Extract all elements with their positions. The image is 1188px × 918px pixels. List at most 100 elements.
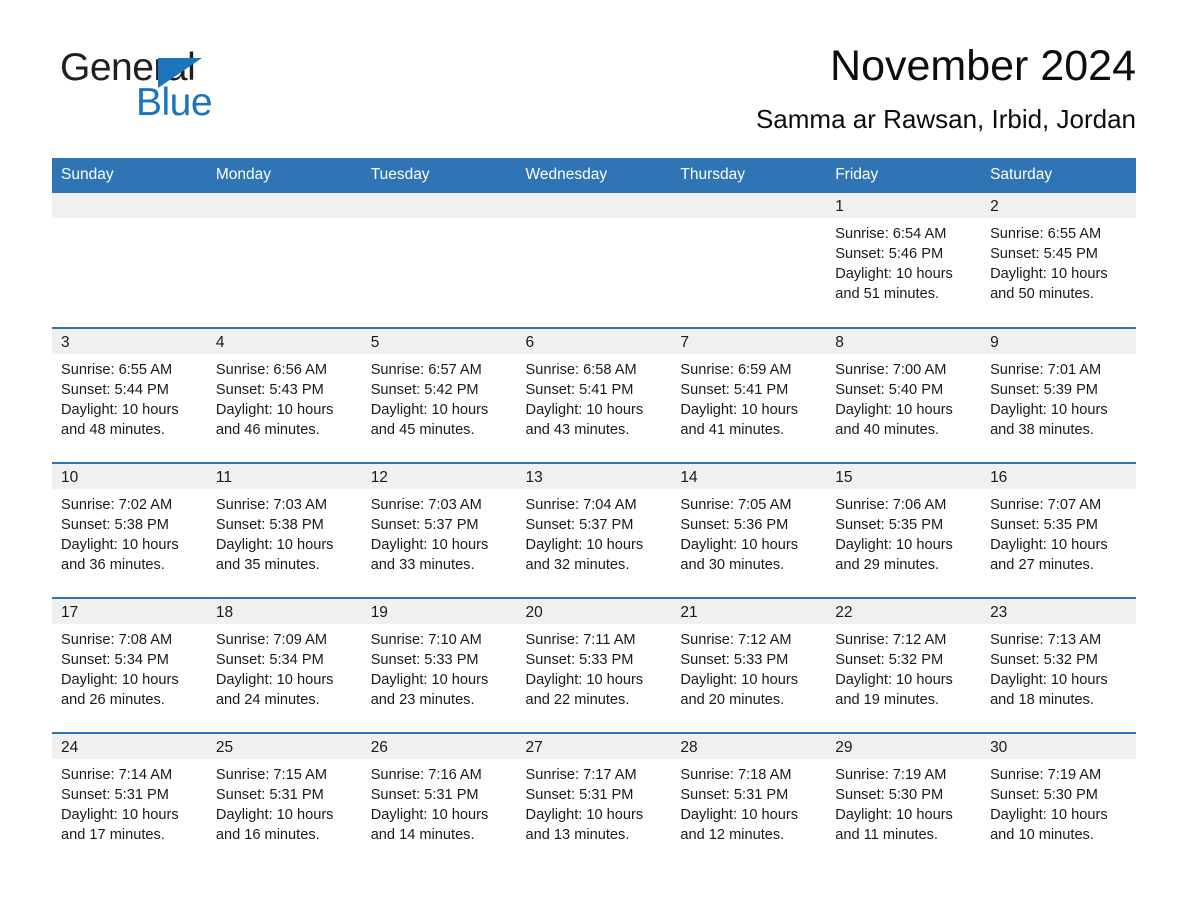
- weekday-header-saturday: Saturday: [981, 158, 1136, 193]
- daylight-text-line2: and 29 minutes.: [835, 557, 940, 573]
- day-details: Sunrise: 7:18 AM Sunset: 5:31 PM Dayligh…: [671, 759, 826, 845]
- sunset-text: Sunset: 5:31 PM: [370, 787, 479, 803]
- sunset-text: Sunset: 5:31 PM: [215, 787, 324, 803]
- day-details: Sunrise: 7:06 AM Sunset: 5:35 PM Dayligh…: [826, 489, 981, 575]
- sunset-text: Sunset: 5:33 PM: [370, 652, 479, 668]
- day-details: Sunrise: 7:03 AM Sunset: 5:37 PM Dayligh…: [362, 489, 517, 575]
- calendar-day-cell[interactable]: 21 Sunrise: 7:12 AM Sunset: 5:33 PM Dayl…: [671, 597, 827, 733]
- weekday-header-tuesday: Tuesday: [361, 158, 517, 193]
- calendar-day-cell[interactable]: [206, 193, 362, 328]
- calendar-day-cell[interactable]: 6 Sunrise: 6:58 AM Sunset: 5:41 PM Dayli…: [516, 327, 672, 463]
- sunrise-text: Sunrise: 6:58 AM: [525, 362, 637, 378]
- calendar-day-cell[interactable]: 26 Sunrise: 7:16 AM Sunset: 5:31 PM Dayl…: [361, 732, 517, 868]
- sunset-text: Sunset: 5:33 PM: [680, 652, 789, 668]
- day-details: Sunrise: 6:55 AM Sunset: 5:44 PM Dayligh…: [52, 354, 207, 440]
- day-number: 11: [206, 464, 362, 489]
- calendar-day-cell[interactable]: 17 Sunrise: 7:08 AM Sunset: 5:34 PM Dayl…: [52, 597, 207, 733]
- day-details: Sunrise: 7:12 AM Sunset: 5:33 PM Dayligh…: [671, 624, 826, 710]
- calendar-day-cell[interactable]: 7 Sunrise: 6:59 AM Sunset: 5:41 PM Dayli…: [671, 327, 827, 463]
- day-details: Sunrise: 7:17 AM Sunset: 5:31 PM Dayligh…: [517, 759, 672, 845]
- calendar-day-cell[interactable]: 18 Sunrise: 7:09 AM Sunset: 5:34 PM Dayl…: [206, 597, 362, 733]
- calendar-day-cell[interactable]: 22 Sunrise: 7:12 AM Sunset: 5:32 PM Dayl…: [826, 597, 982, 733]
- calendar-day-cell[interactable]: 15 Sunrise: 7:06 AM Sunset: 5:35 PM Dayl…: [826, 462, 982, 598]
- sunrise-text: Sunrise: 7:03 AM: [370, 497, 482, 513]
- weekday-header-friday: Friday: [826, 158, 982, 193]
- calendar-day-cell[interactable]: 28 Sunrise: 7:18 AM Sunset: 5:31 PM Dayl…: [671, 732, 827, 868]
- calendar-day-cell[interactable]: 2 Sunrise: 6:55 AM Sunset: 5:45 PM Dayli…: [981, 193, 1136, 328]
- calendar-day-cell[interactable]: 13 Sunrise: 7:04 AM Sunset: 5:37 PM Dayl…: [516, 462, 672, 598]
- calendar-day-cell[interactable]: 3 Sunrise: 6:55 AM Sunset: 5:44 PM Dayli…: [52, 327, 207, 463]
- sunset-text: Sunset: 5:35 PM: [990, 517, 1098, 533]
- day-number: 22: [826, 599, 982, 624]
- calendar-day-cell[interactable]: 19 Sunrise: 7:10 AM Sunset: 5:33 PM Dayl…: [361, 597, 517, 733]
- sunset-text: Sunset: 5:31 PM: [525, 787, 634, 803]
- calendar-day-cell[interactable]: 23 Sunrise: 7:13 AM Sunset: 5:32 PM Dayl…: [981, 597, 1136, 733]
- sunset-text: Sunset: 5:30 PM: [835, 787, 944, 803]
- daylight-text-line2: and 11 minutes.: [835, 827, 938, 843]
- sunrise-text: Sunrise: 7:18 AM: [680, 767, 792, 783]
- day-number: 10: [52, 464, 207, 489]
- day-details: Sunrise: 6:57 AM Sunset: 5:42 PM Dayligh…: [362, 354, 517, 440]
- calendar-day-cell[interactable]: 16 Sunrise: 7:07 AM Sunset: 5:35 PM Dayl…: [981, 462, 1136, 598]
- sunset-text: Sunset: 5:38 PM: [61, 517, 169, 533]
- day-details: [52, 218, 207, 224]
- daylight-text-line2: and 26 minutes.: [61, 692, 165, 708]
- daylight-text-line1: Daylight: 10 hours: [835, 402, 953, 418]
- calendar-day-cell[interactable]: [361, 193, 517, 328]
- daylight-text-line1: Daylight: 10 hours: [61, 672, 179, 688]
- day-number: 29: [826, 734, 982, 759]
- daylight-text-line1: Daylight: 10 hours: [680, 807, 799, 823]
- calendar-day-cell[interactable]: [52, 193, 207, 328]
- calendar-day-cell[interactable]: 14 Sunrise: 7:05 AM Sunset: 5:36 PM Dayl…: [671, 462, 827, 598]
- calendar-day-cell[interactable]: 8 Sunrise: 7:00 AM Sunset: 5:40 PM Dayli…: [826, 327, 982, 463]
- sunset-text: Sunset: 5:34 PM: [61, 652, 169, 668]
- sunrise-text: Sunrise: 7:12 AM: [680, 632, 792, 648]
- weekday-header-monday: Monday: [206, 158, 362, 193]
- day-number: [671, 193, 827, 218]
- calendar-day-cell[interactable]: 4 Sunrise: 6:56 AM Sunset: 5:43 PM Dayli…: [206, 327, 362, 463]
- calendar-day-cell[interactable]: [516, 193, 672, 328]
- day-details: Sunrise: 6:56 AM Sunset: 5:43 PM Dayligh…: [207, 354, 362, 440]
- calendar-day-cell[interactable]: 30 Sunrise: 7:19 AM Sunset: 5:30 PM Dayl…: [981, 732, 1136, 868]
- day-details: Sunrise: 7:10 AM Sunset: 5:33 PM Dayligh…: [362, 624, 517, 710]
- calendar-day-cell[interactable]: 20 Sunrise: 7:11 AM Sunset: 5:33 PM Dayl…: [516, 597, 672, 733]
- daylight-text-line1: Daylight: 10 hours: [525, 402, 644, 418]
- calendar-day-cell[interactable]: 25 Sunrise: 7:15 AM Sunset: 5:31 PM Dayl…: [206, 732, 362, 868]
- calendar-day-cell[interactable]: 29 Sunrise: 7:19 AM Sunset: 5:30 PM Dayl…: [826, 732, 982, 868]
- daylight-text-line2: and 16 minutes.: [215, 827, 320, 843]
- daylight-text-line2: and 40 minutes.: [835, 422, 940, 438]
- calendar-day-cell[interactable]: 5 Sunrise: 6:57 AM Sunset: 5:42 PM Dayli…: [361, 327, 517, 463]
- calendar-day-cell[interactable]: [671, 193, 827, 328]
- daylight-text-line1: Daylight: 10 hours: [370, 807, 489, 823]
- daylight-text-line1: Daylight: 10 hours: [370, 537, 489, 553]
- sunrise-text: Sunrise: 6:54 AM: [835, 226, 947, 242]
- page-header: General Blue November 2024 Samma ar Raws…: [52, 0, 1136, 158]
- day-details: Sunrise: 6:59 AM Sunset: 5:41 PM Dayligh…: [671, 354, 826, 440]
- calendar-day-cell[interactable]: 9 Sunrise: 7:01 AM Sunset: 5:39 PM Dayli…: [981, 327, 1136, 463]
- sunset-text: Sunset: 5:33 PM: [525, 652, 634, 668]
- day-number: 3: [52, 329, 207, 354]
- calendar-day-cell[interactable]: 24 Sunrise: 7:14 AM Sunset: 5:31 PM Dayl…: [52, 732, 207, 868]
- daylight-text-line1: Daylight: 10 hours: [215, 672, 334, 688]
- daylight-text-line1: Daylight: 10 hours: [680, 537, 799, 553]
- day-number: 19: [361, 599, 517, 624]
- calendar-day-cell[interactable]: 27 Sunrise: 7:17 AM Sunset: 5:31 PM Dayl…: [516, 732, 672, 868]
- calendar-day-cell[interactable]: 10 Sunrise: 7:02 AM Sunset: 5:38 PM Dayl…: [52, 462, 207, 598]
- sunset-text: Sunset: 5:42 PM: [370, 382, 479, 398]
- weekday-header-wednesday: Wednesday: [516, 158, 672, 193]
- day-number: 30: [981, 734, 1136, 759]
- day-details: Sunrise: 7:12 AM Sunset: 5:32 PM Dayligh…: [826, 624, 981, 710]
- daylight-text-line1: Daylight: 10 hours: [215, 402, 334, 418]
- calendar-day-cell[interactable]: 1 Sunrise: 6:54 AM Sunset: 5:46 PM Dayli…: [826, 193, 982, 328]
- day-number: 2: [981, 193, 1136, 218]
- daylight-text-line2: and 35 minutes.: [215, 557, 320, 573]
- day-number: 20: [516, 599, 672, 624]
- calendar-day-cell[interactable]: 11 Sunrise: 7:03 AM Sunset: 5:38 PM Dayl…: [206, 462, 362, 598]
- daylight-text-line1: Daylight: 10 hours: [370, 672, 489, 688]
- calendar-day-cell[interactable]: 12 Sunrise: 7:03 AM Sunset: 5:37 PM Dayl…: [361, 462, 517, 598]
- daylight-text-line2: and 30 minutes.: [680, 557, 785, 573]
- sunrise-text: Sunrise: 7:19 AM: [835, 767, 947, 783]
- day-number: [206, 193, 362, 218]
- day-number: 1: [826, 193, 982, 218]
- daylight-text-line2: and 50 minutes.: [990, 286, 1094, 302]
